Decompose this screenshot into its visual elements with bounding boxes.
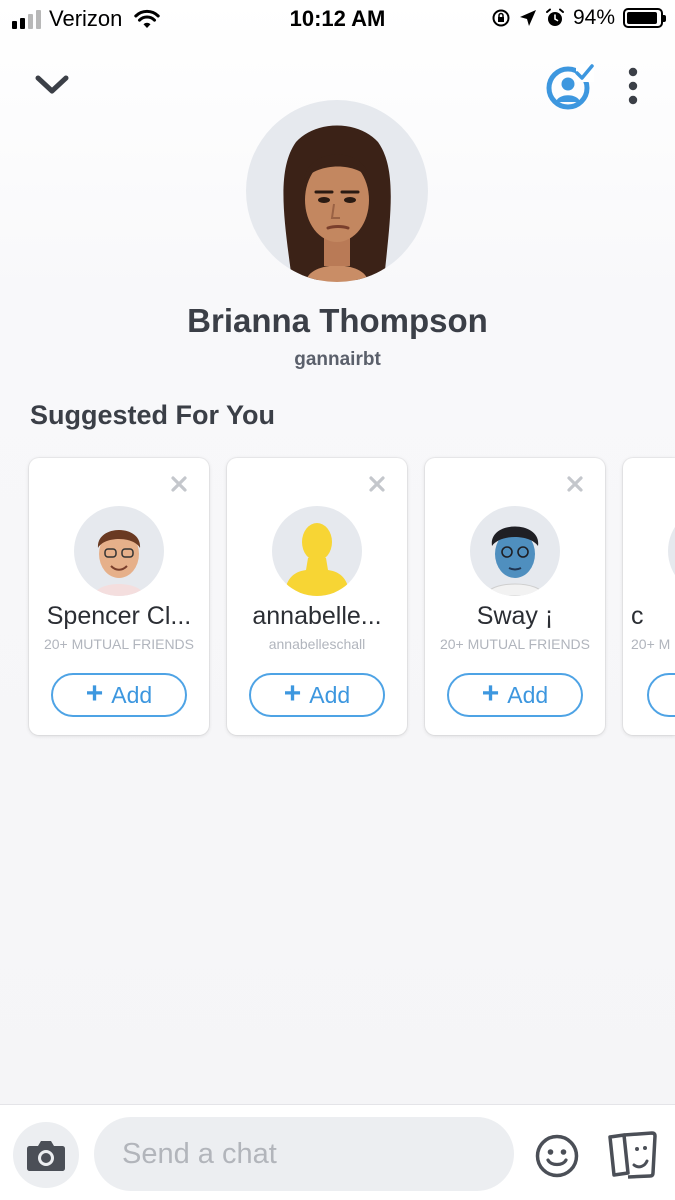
camera-icon <box>27 1141 65 1171</box>
chevron-down-icon[interactable] <box>32 68 72 100</box>
plus-icon: + <box>85 676 104 710</box>
battery-icon <box>623 8 666 28</box>
cards-icon[interactable] <box>606 1131 658 1179</box>
location-arrow-icon <box>519 10 536 26</box>
bitmoji-image <box>94 530 144 596</box>
bitmoji-check-icon[interactable] <box>544 62 594 110</box>
bitmoji-image <box>485 526 545 596</box>
orientation-lock-icon <box>492 9 510 27</box>
add-label: Add <box>309 681 351 708</box>
suggested-card[interactable]: Sway ¡ 20+ MUTUAL FRIENDS + Add <box>425 458 605 735</box>
add-friend-button[interactable]: + Add <box>447 673 583 717</box>
add-friend-button[interactable] <box>647 673 675 717</box>
card-avatar <box>74 506 164 596</box>
add-friend-button[interactable]: + Add <box>51 673 187 717</box>
card-avatar <box>272 506 362 596</box>
close-icon[interactable] <box>367 474 387 494</box>
plus-icon: + <box>283 676 302 710</box>
close-icon[interactable] <box>565 474 585 494</box>
suggested-card[interactable]: Spencer Cl... 20+ MUTUAL FRIENDS + Add <box>29 458 209 735</box>
card-subtitle: 20+ M <box>631 636 671 652</box>
card-avatar <box>470 506 560 596</box>
suggested-section-title: Suggested For You <box>30 400 276 430</box>
card-name: c <box>631 602 644 630</box>
camera-button[interactable] <box>13 1122 79 1188</box>
add-friend-button[interactable]: + Add <box>249 673 385 717</box>
suggested-card[interactable]: annabelle... annabelleschall + Add <box>227 458 407 735</box>
battery-fill <box>627 12 658 24</box>
status-bar: Verizon 10:12 AM 94% <box>0 0 675 40</box>
card-subtitle: annabelleschall <box>268 636 366 652</box>
add-label: Add <box>507 681 549 708</box>
profile-bitmoji-avatar[interactable] <box>246 100 428 282</box>
more-vertical-icon[interactable] <box>620 66 646 108</box>
card-avatar <box>668 506 675 596</box>
suggested-card[interactable]: c 20+ M <box>623 458 675 735</box>
card-name: Sway ¡ <box>476 602 554 630</box>
profile-username: gannairbt <box>294 349 381 370</box>
card-name: Spencer Cl... <box>46 602 192 630</box>
card-subtitle: 20+ MUTUAL FRIENDS <box>43 636 194 652</box>
add-label: Add <box>111 681 153 708</box>
battery-percent: 94% <box>572 6 615 29</box>
plus-icon: + <box>481 676 500 710</box>
emoji-icon[interactable] <box>534 1133 580 1179</box>
profile-display-name: Brianna Thompson <box>187 302 488 339</box>
chat-input[interactable] <box>94 1117 514 1191</box>
card-name: annabelle... <box>252 602 382 630</box>
bitmoji-image <box>283 125 391 282</box>
status-right: 94% <box>491 6 666 30</box>
card-subtitle: 20+ MUTUAL FRIENDS <box>439 636 590 652</box>
chat-bar <box>0 1104 675 1200</box>
default-avatar-icon <box>284 523 350 596</box>
alarm-icon <box>545 8 564 26</box>
close-icon[interactable] <box>169 474 189 494</box>
